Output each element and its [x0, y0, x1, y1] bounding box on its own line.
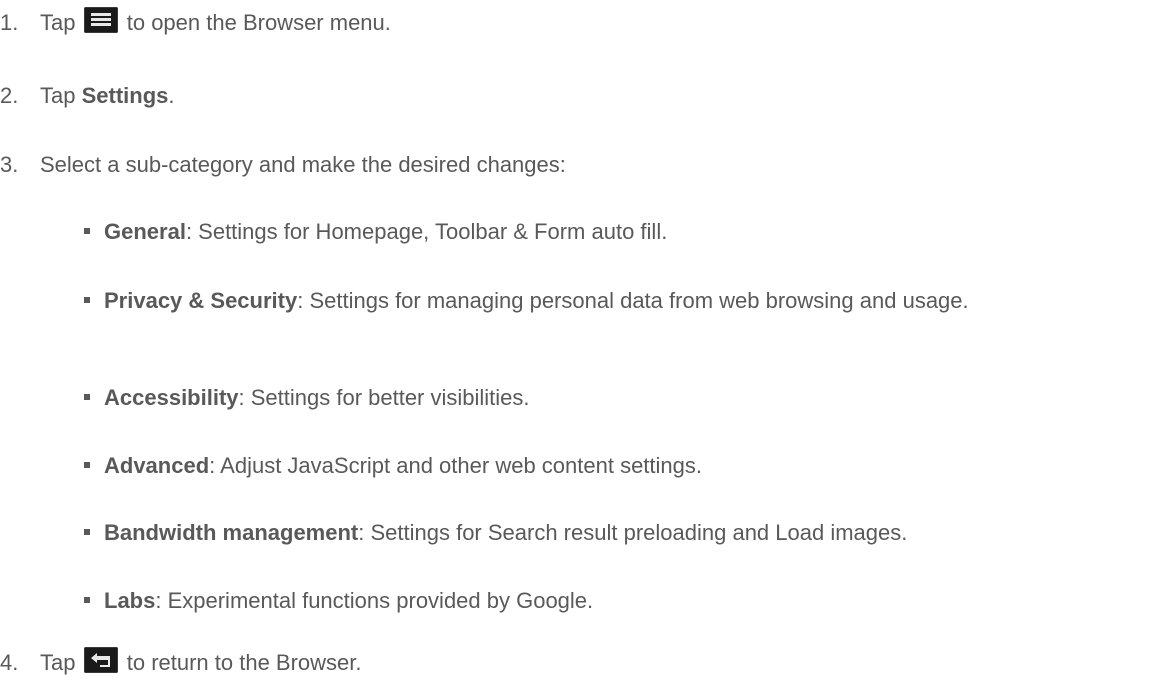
step-4: 4. Tap to return to the Browser. — [0, 647, 362, 677]
subcategory-title: Advanced — [104, 453, 210, 478]
subcategory-title: Bandwidth management — [104, 520, 359, 545]
subcategory-description: : Experimental functions provided by Goo… — [155, 588, 594, 613]
step-number: 3. — [0, 152, 19, 177]
step-text-before: Tap — [40, 650, 76, 675]
step-3: 3. Select a sub-category and make the des… — [0, 150, 566, 179]
step-text-after: to open the Browser menu. — [126, 10, 391, 35]
subcategory-accessibility: Accessibility: Settings for better visib… — [84, 383, 1174, 412]
bullet-icon — [84, 228, 90, 234]
subcategory-labs: Labs: Experimental functions provided by… — [84, 586, 1174, 615]
subcategory-description: : Settings for better visibilities. — [238, 385, 530, 410]
step-number: 1. — [0, 10, 19, 35]
subcategory-privacy-security: Privacy & Security: Settings for managin… — [84, 286, 1174, 315]
step-text-after: . — [168, 83, 175, 108]
step-2: 2. Tap Settings. — [0, 81, 175, 110]
back-icon — [83, 647, 118, 673]
subcategory-title: Privacy & Security — [104, 288, 298, 313]
subcategory-title: General — [104, 219, 186, 244]
subcategory-title: Labs — [104, 588, 156, 613]
step-text: Select a sub-category and make the desir… — [40, 152, 566, 177]
subcategory-description: : Settings for Search result preloading … — [358, 520, 908, 545]
step-text-before: Tap — [40, 83, 76, 108]
step-number: 4. — [0, 650, 19, 675]
bullet-icon — [84, 297, 90, 303]
settings-label: Settings — [81, 83, 169, 108]
step-number: 2. — [0, 83, 19, 108]
step-1: 1. Tap to open the Browser menu. — [0, 7, 391, 37]
menu-icon — [83, 7, 118, 33]
subcategory-bandwidth-management: Bandwidth management: Settings for Searc… — [84, 518, 1174, 547]
subcategory-description: : Settings for Homepage, Toolbar & Form … — [185, 219, 668, 244]
subcategory-general: General: Settings for Homepage, Toolbar … — [84, 217, 1174, 246]
subcategory-description: : Adjust JavaScript and other web conten… — [209, 453, 702, 478]
bullet-icon — [84, 529, 90, 535]
subcategory-advanced: Advanced: Adjust JavaScript and other we… — [84, 451, 1174, 480]
step-text-before: Tap — [40, 10, 76, 35]
bullet-icon — [84, 462, 90, 468]
subcategory-description: : Settings for managing personal data fr… — [297, 288, 969, 313]
bullet-icon — [84, 597, 90, 603]
step-text-after: to return to the Browser. — [126, 650, 362, 675]
subcategory-title: Accessibility — [104, 385, 239, 410]
bullet-icon — [84, 394, 90, 400]
